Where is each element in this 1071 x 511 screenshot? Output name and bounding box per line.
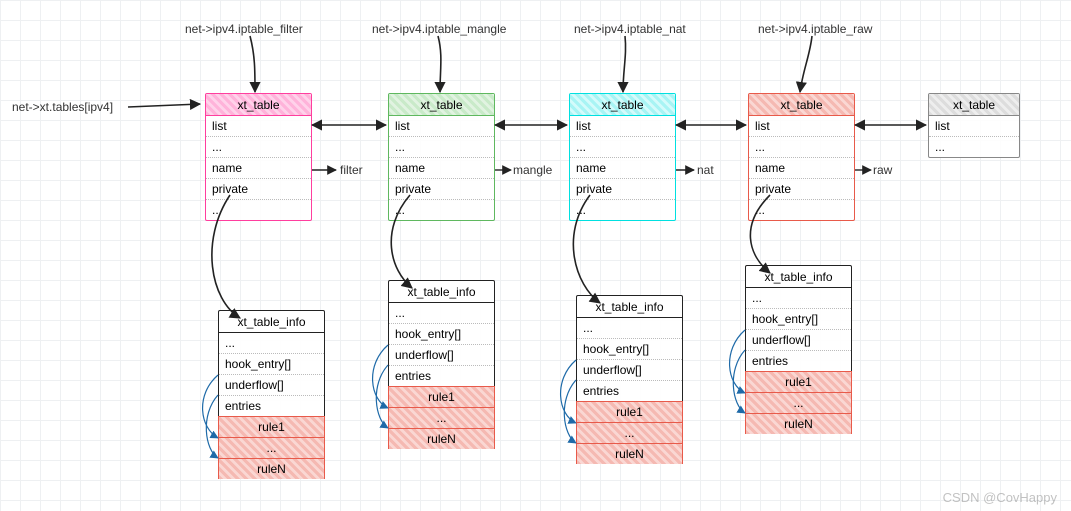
info-row-entries: entries — [577, 381, 682, 402]
xt-table-info-mangle: xt_table_info ... hook_entry[] underflow… — [388, 280, 495, 449]
xt-row-list: list — [749, 116, 854, 137]
xt-row-dots: ... — [749, 137, 854, 158]
info-row-hook-entry: hook_entry[] — [219, 354, 324, 375]
label-xt-tables-ipv4: net->xt.tables[ipv4] — [12, 100, 113, 114]
xt-row-dots2: ... — [389, 200, 494, 220]
xt-table-header: xt_table — [749, 94, 854, 116]
xt-table-header: xt_table — [389, 94, 494, 116]
info-rule-dots: ... — [388, 407, 495, 429]
info-header: xt_table_info — [577, 296, 682, 318]
xt-row-private: private — [749, 179, 854, 200]
info-row-underflow: underflow[] — [219, 375, 324, 396]
xt-table-filter: xt_table list ... name private ... — [205, 93, 312, 221]
info-ruleN: ruleN — [745, 413, 852, 434]
info-row-underflow: underflow[] — [746, 330, 851, 351]
info-header: xt_table_info — [219, 311, 324, 333]
info-row-hook-entry: hook_entry[] — [746, 309, 851, 330]
xt-table-info-filter: xt_table_info ... hook_entry[] underflow… — [218, 310, 325, 479]
xt-row-dots: ... — [929, 137, 1019, 157]
xt-table-info-nat: xt_table_info ... hook_entry[] underflow… — [576, 295, 683, 464]
xt-row-dots2: ... — [206, 200, 311, 220]
name-value-nat: nat — [697, 163, 714, 177]
xt-row-private: private — [570, 179, 675, 200]
xt-row-dots: ... — [389, 137, 494, 158]
info-rule-dots: ... — [745, 392, 852, 414]
info-row-dots: ... — [746, 288, 851, 309]
xt-table-mangle: xt_table list ... name private ... — [388, 93, 495, 221]
label-iptable-raw: net->ipv4.iptable_raw — [758, 22, 872, 36]
label-iptable-nat: net->ipv4.iptable_nat — [574, 22, 686, 36]
label-iptable-mangle: net->ipv4.iptable_mangle — [372, 22, 506, 36]
info-row-entries: entries — [746, 351, 851, 372]
xt-row-dots2: ... — [749, 200, 854, 220]
info-row-dots: ... — [219, 333, 324, 354]
info-header: xt_table_info — [389, 281, 494, 303]
xt-row-private: private — [389, 179, 494, 200]
xt-row-dots: ... — [570, 137, 675, 158]
xt-row-private: private — [206, 179, 311, 200]
info-rule1: rule1 — [388, 386, 495, 408]
info-rule1: rule1 — [218, 416, 325, 438]
info-header: xt_table_info — [746, 266, 851, 288]
name-value-mangle: mangle — [513, 163, 552, 177]
watermark: CSDN @CovHappy — [943, 490, 1057, 505]
name-value-filter: filter — [340, 163, 363, 177]
info-row-underflow: underflow[] — [389, 345, 494, 366]
xt-table-nat: xt_table list ... name private ... — [569, 93, 676, 221]
xt-table-header: xt_table — [570, 94, 675, 116]
info-row-hook-entry: hook_entry[] — [389, 324, 494, 345]
xt-row-name: name — [389, 158, 494, 179]
info-row-entries: entries — [389, 366, 494, 387]
xt-row-list: list — [929, 116, 1019, 137]
xt-table-header: xt_table — [929, 94, 1019, 116]
info-rule1: rule1 — [745, 371, 852, 393]
xt-row-name: name — [570, 158, 675, 179]
xt-row-name: name — [749, 158, 854, 179]
info-ruleN: ruleN — [218, 458, 325, 479]
xt-row-name: name — [206, 158, 311, 179]
xt-row-list: list — [389, 116, 494, 137]
info-row-entries: entries — [219, 396, 324, 417]
info-ruleN: ruleN — [576, 443, 683, 464]
label-iptable-filter: net->ipv4.iptable_filter — [185, 22, 303, 36]
info-row-underflow: underflow[] — [577, 360, 682, 381]
info-row-dots: ... — [577, 318, 682, 339]
xt-table-raw: xt_table list ... name private ... — [748, 93, 855, 221]
grid-background — [0, 0, 1071, 511]
info-rule-dots: ... — [218, 437, 325, 459]
name-value-raw: raw — [873, 163, 892, 177]
info-row-dots: ... — [389, 303, 494, 324]
xt-row-dots: ... — [206, 137, 311, 158]
xt-row-dots2: ... — [570, 200, 675, 220]
info-rule-dots: ... — [576, 422, 683, 444]
info-row-hook-entry: hook_entry[] — [577, 339, 682, 360]
info-ruleN: ruleN — [388, 428, 495, 449]
xt-row-list: list — [206, 116, 311, 137]
xt-row-list: list — [570, 116, 675, 137]
xt-table-info-raw: xt_table_info ... hook_entry[] underflow… — [745, 265, 852, 434]
xt-table-tail: xt_table list ... — [928, 93, 1020, 158]
xt-table-header: xt_table — [206, 94, 311, 116]
info-rule1: rule1 — [576, 401, 683, 423]
